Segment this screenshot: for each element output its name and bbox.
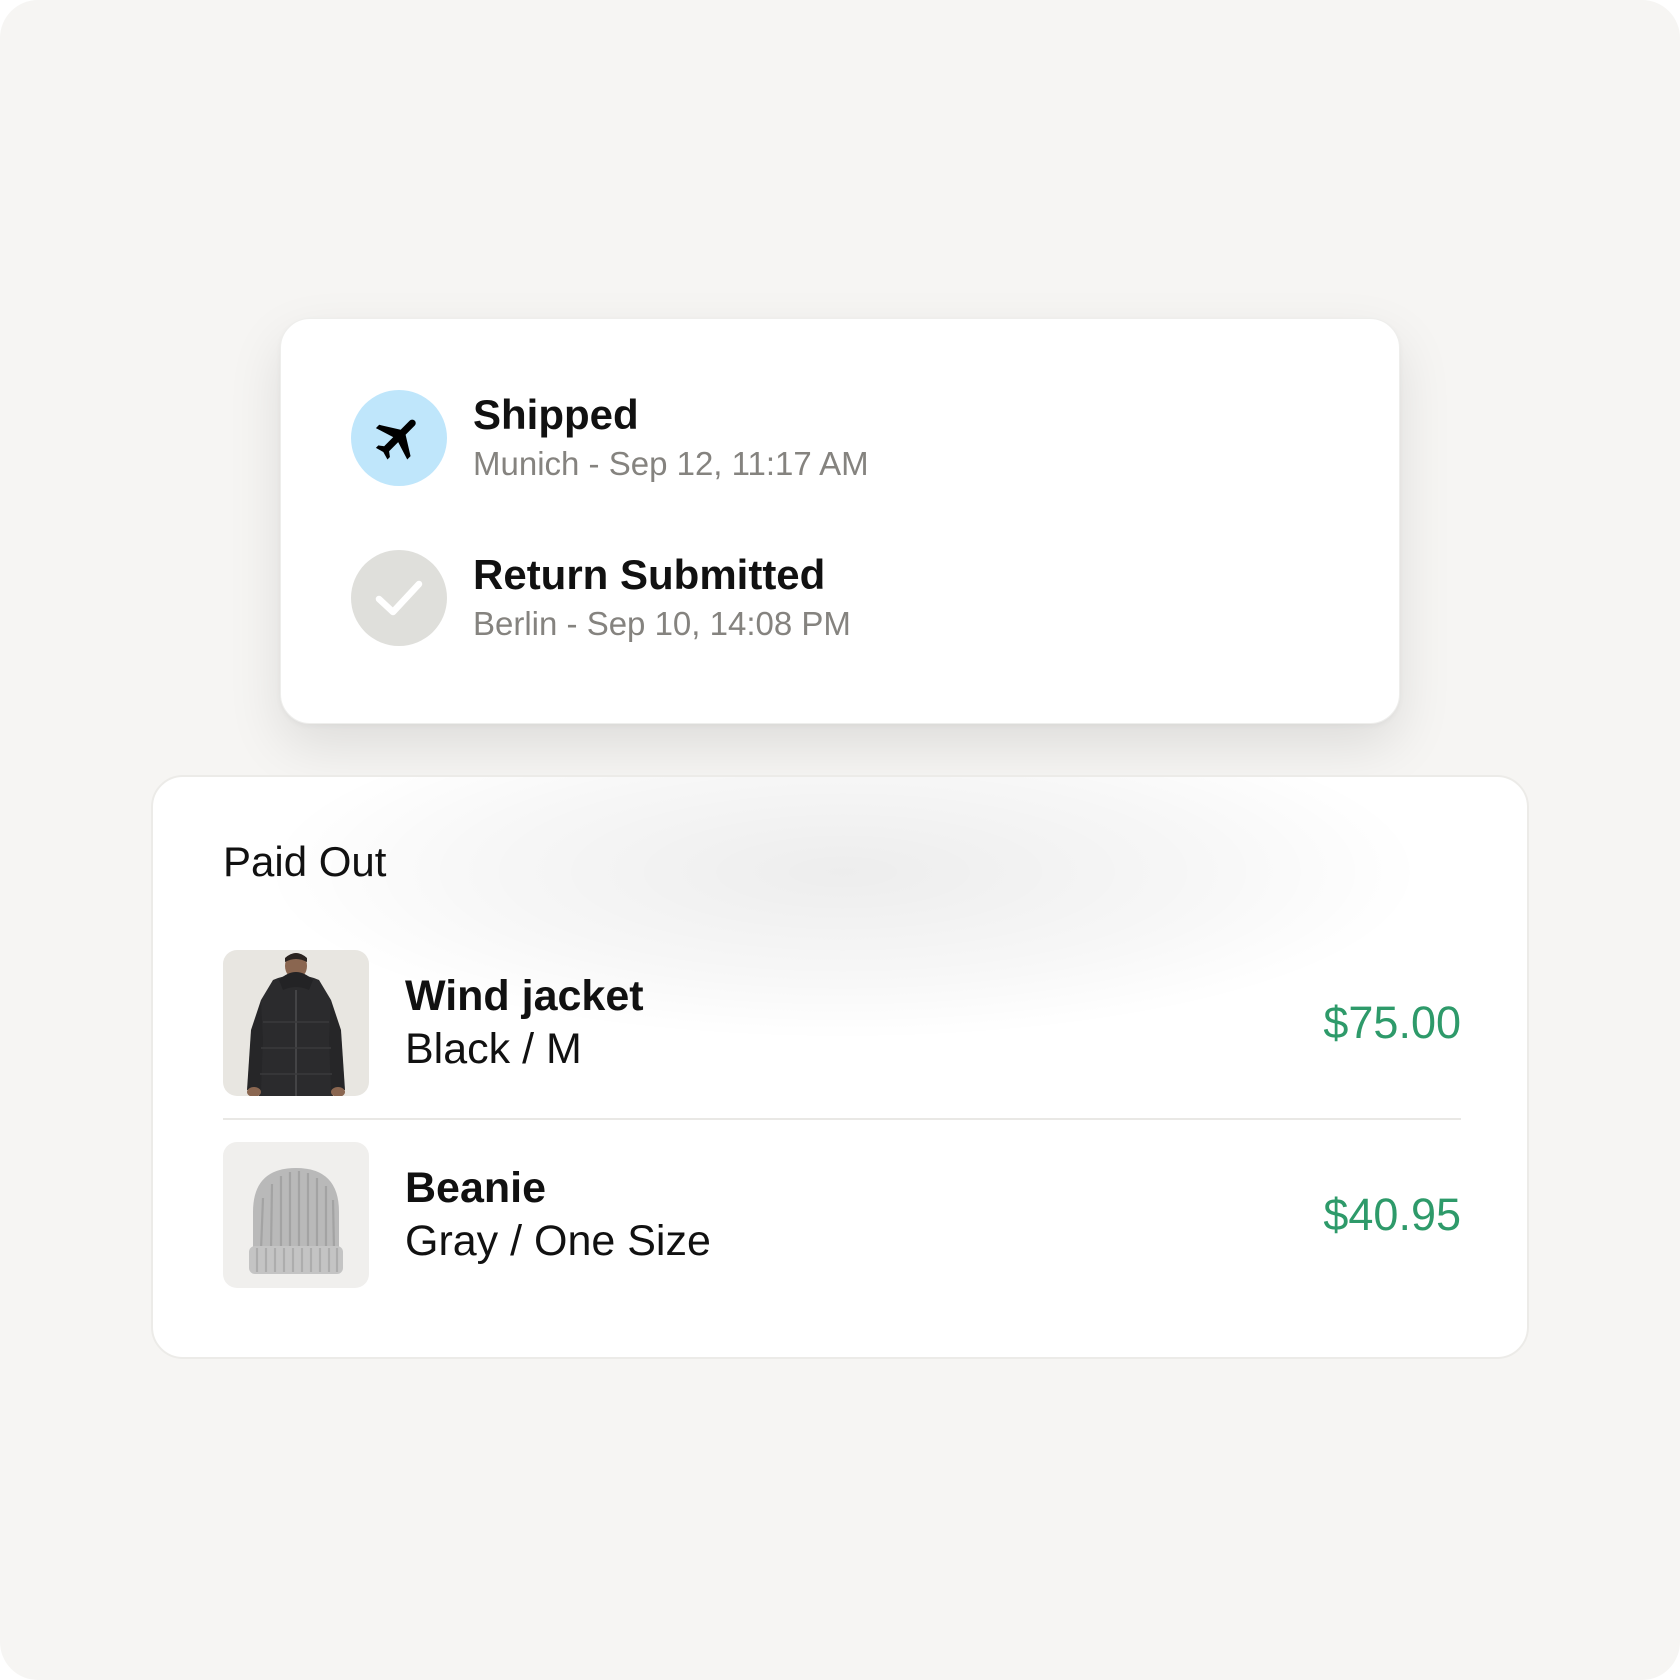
item-variant: Gray / One Size xyxy=(405,1217,711,1265)
tracking-event-detail: Berlin - Sep 10, 14:08 PM xyxy=(473,605,851,642)
payout-item-row[interactable]: Beanie Gray / One Size $40.95 xyxy=(223,1142,1461,1288)
paid-out-card: Paid Out Wind jacket Black / M $75.00 Be… xyxy=(151,775,1529,1359)
item-price: $75.00 xyxy=(1323,997,1461,1048)
tracking-event-title: Shipped xyxy=(473,391,639,438)
checkmark-icon xyxy=(351,550,447,646)
item-name: Beanie xyxy=(405,1164,547,1212)
wind-jacket-thumbnail xyxy=(223,950,369,1096)
airplane-icon xyxy=(351,390,447,486)
tracking-card: Shipped Munich - Sep 12, 11:17 AM Return… xyxy=(280,318,1400,724)
tracking-event-shipped[interactable]: Shipped Munich - Sep 12, 11:17 AM xyxy=(351,390,869,486)
beanie-thumbnail xyxy=(223,1142,369,1288)
page-background: Shipped Munich - Sep 12, 11:17 AM Return… xyxy=(0,0,1680,1680)
item-name: Wind jacket xyxy=(405,972,644,1020)
payout-item-text: Wind jacket Black / M xyxy=(405,970,1323,1076)
payout-item-text: Beanie Gray / One Size xyxy=(405,1162,1323,1268)
tracking-event-text: Return Submitted Berlin - Sep 10, 14:08 … xyxy=(473,550,851,646)
paid-out-title: Paid Out xyxy=(223,838,387,885)
tracking-event-detail: Munich - Sep 12, 11:17 AM xyxy=(473,445,869,482)
tracking-event-return-submitted[interactable]: Return Submitted Berlin - Sep 10, 14:08 … xyxy=(351,550,851,646)
item-variant: Black / M xyxy=(405,1025,582,1073)
payout-item-row[interactable]: Wind jacket Black / M $75.00 xyxy=(223,950,1461,1096)
tracking-event-text: Shipped Munich - Sep 12, 11:17 AM xyxy=(473,390,869,486)
tracking-event-title: Return Submitted xyxy=(473,551,826,598)
item-divider xyxy=(223,1118,1461,1120)
item-price: $40.95 xyxy=(1323,1189,1461,1240)
